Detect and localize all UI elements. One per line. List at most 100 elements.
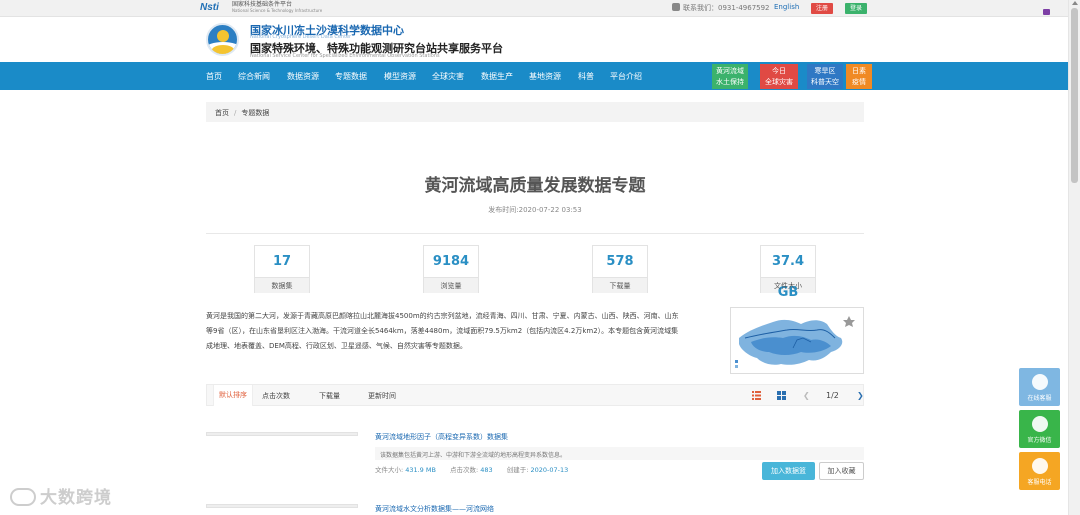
main-nav: 首页 综合新闻 数据资源 专题数据 模型资源 全球灾害 数据生产 基地资源 科普… [0,62,1068,90]
wechat-widget[interactable]: 官方微信 [1019,410,1060,448]
scroll-up-icon[interactable] [1072,1,1078,5]
map-graphic [731,308,863,373]
list-view-icon[interactable] [752,391,761,400]
tile-line: 寒旱区 [814,67,836,75]
english-link[interactable]: English [774,3,799,11]
page-scrollbar[interactable] [1068,0,1080,515]
dataset-thumbnail[interactable] [206,432,358,436]
stat-label: 浏览量 [424,277,478,293]
top-bar: Nsti 国家科技基础条件平台 National Science & Techn… [0,0,1068,17]
tile-cold-arid[interactable]: 寒旱区 科普天空 [807,64,843,89]
breadcrumb: 首页 / 专题数据 [206,102,864,122]
tile-global-disasters[interactable]: 今日 全球灾害 [760,64,798,89]
nav-topic-data[interactable]: 专题数据 [335,71,367,82]
stat-datasets: 17 数据集 [254,245,310,293]
breadcrumb-current[interactable]: 专题数据 [241,109,269,117]
tile-yellow-river[interactable]: 黄河流域 水土保持 [712,64,748,89]
wechat-icon [1031,416,1048,432]
breadcrumb-home[interactable]: 首页 [215,109,229,117]
login-button[interactable]: 登录 [845,3,868,14]
nav-base-resources[interactable]: 基地资源 [529,71,561,82]
side-label: 客服电话 [1027,479,1052,486]
extension-icon[interactable] [1043,9,1050,15]
topic-description: 黄河是我国的第二大河，发源于青藏高原巴颜喀拉山北麓海拔4500m的约古宗列盆地，… [206,312,679,350]
page-title: 黄河流域高质量发展数据专题 [424,176,646,196]
stat-file-size: 37.4 GB 文件大小 [760,245,816,300]
sort-clicks[interactable]: 点击次数 [262,391,290,401]
sort-downloads[interactable]: 下载量 [319,391,340,401]
tile-epidemic[interactable]: 日素 疫情 [846,64,872,89]
meta-label: 文件大小: [375,466,404,474]
site-title-secondary-en: National Service Center for Specialized … [250,53,440,59]
site-header: 国家冰川冻土沙漠科学数据中心 National Cryosphere Deser… [0,17,1068,62]
phone-widget[interactable]: 客服电话 [1019,452,1060,490]
chat-icon [1031,374,1048,390]
stat-value: 578 [606,254,634,269]
stat-views: 9184 浏览量 [423,245,479,293]
tile-line: 黄河流域 [716,67,744,75]
watermark: 大数跨境 [10,483,112,508]
stat-value: 9184 [432,254,470,269]
stat-value: 17 [272,254,292,269]
dataset-description: 该数据集包括黄河上游、中游和下游全流域的地形高程变异系数信息。 [375,447,864,460]
nsti-logo[interactable]: Nsti [200,2,219,13]
tile-line: 疫情 [852,78,866,86]
prev-page-icon[interactable]: ❮ [803,391,810,400]
stat-label: 文件大小 [761,277,815,293]
site-logo-icon[interactable] [206,23,239,56]
contact-link[interactable]: 联系我们：0931-4967592 [672,3,770,13]
nav-home[interactable]: 首页 [206,71,222,82]
platform-name-en: National Science & Technology Infrastruc… [232,8,323,13]
side-label: 在线客服 [1027,395,1052,402]
add-to-favorites-button[interactable]: 加入收藏 [819,462,864,480]
sort-updated[interactable]: 更新时间 [368,391,396,401]
platform-name: 国家科技基础条件平台 National Science & Technology… [232,2,322,14]
platform-name-cn: 国家科技基础条件平台 [232,1,293,8]
tile-line: 今日 [772,67,786,75]
nav-platform-intro[interactable]: 平台介绍 [610,71,642,82]
sort-default[interactable]: 默认排序 [213,385,253,406]
next-page-icon[interactable]: ❯ [857,391,864,400]
tile-line: 全球灾害 [765,78,793,86]
scrollbar-thumb[interactable] [1071,8,1078,183]
meta-clicks: 483 [480,466,493,474]
nav-popular-science[interactable]: 科普 [578,71,594,82]
basin-map-image[interactable] [730,307,864,374]
sort-toolbar: 默认排序 点击次数 下载量 更新时间 ❮ 1/2 ❯ [206,384,864,406]
nav-global-disasters[interactable]: 全球灾害 [432,71,464,82]
page: Nsti 国家科技基础条件平台 National Science & Techn… [0,0,1080,515]
nav-data-production[interactable]: 数据生产 [481,71,513,82]
phone-icon [1031,458,1048,474]
dataset-thumbnail[interactable] [206,504,358,508]
register-button[interactable]: 注册 [811,3,834,14]
tile-line: 日素 [852,67,866,75]
nav-news[interactable]: 综合新闻 [238,71,270,82]
breadcrumb-separator: / [234,109,237,117]
stat-value: 37.4 GB [771,254,805,300]
page-indicator: 1/2 [826,391,839,400]
contact-text: 联系我们：0931-4967592 [683,4,770,12]
meta-label: 点击次数: [450,466,479,474]
nav-data-resources[interactable]: 数据资源 [287,71,319,82]
meta-file-size: 431.9 MB [405,466,436,474]
publish-time: 发布时间:2020-07-22 03:53 [488,206,582,214]
tile-line: 水土保持 [716,78,744,86]
watermark-logo-icon [10,488,36,506]
divider [206,233,864,234]
meta-label: 创建于: [506,466,529,474]
tile-line: 科普天空 [811,78,839,86]
dataset-meta: 文件大小: 431.9 MB 点击次数: 483 创建于: 2020-07-13 [375,464,580,474]
stat-label: 下载量 [593,277,647,293]
grid-view-icon[interactable] [777,391,786,400]
online-service-widget[interactable]: 在线客服 [1019,368,1060,406]
add-to-basket-button[interactable]: 加入数据篮 [762,462,815,480]
side-label: 官方微信 [1027,437,1052,444]
phone-icon [672,3,680,11]
stat-downloads: 578 下载量 [592,245,648,293]
watermark-text: 大数跨境 [40,488,112,508]
meta-created: 2020-07-13 [530,466,569,474]
nav-model-resources[interactable]: 模型资源 [384,71,416,82]
stat-label: 数据集 [255,277,309,293]
dataset-title[interactable]: 黄河流域地形因子（高程变异系数）数据集 [375,432,508,442]
dataset-title[interactable]: 黄河流域水文分析数据集——河流网络 [375,504,494,514]
